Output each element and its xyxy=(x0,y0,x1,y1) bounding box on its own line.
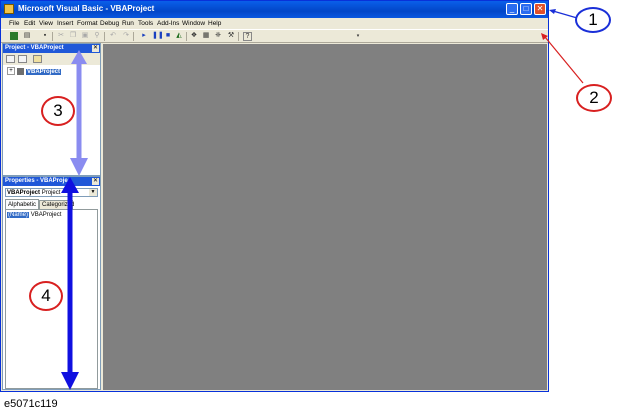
callout-1: 1 xyxy=(575,7,611,33)
callout-4-double-arrow xyxy=(61,177,79,390)
annotation-arrows xyxy=(61,9,585,390)
figure-caption: e5071c119 xyxy=(4,398,58,410)
callout-2-arrow xyxy=(544,36,584,84)
callout-1-arrowhead xyxy=(549,9,556,14)
callout-2: 2 xyxy=(576,84,612,112)
callout-3: 3 xyxy=(41,96,75,126)
callout-4: 4 xyxy=(29,281,63,311)
